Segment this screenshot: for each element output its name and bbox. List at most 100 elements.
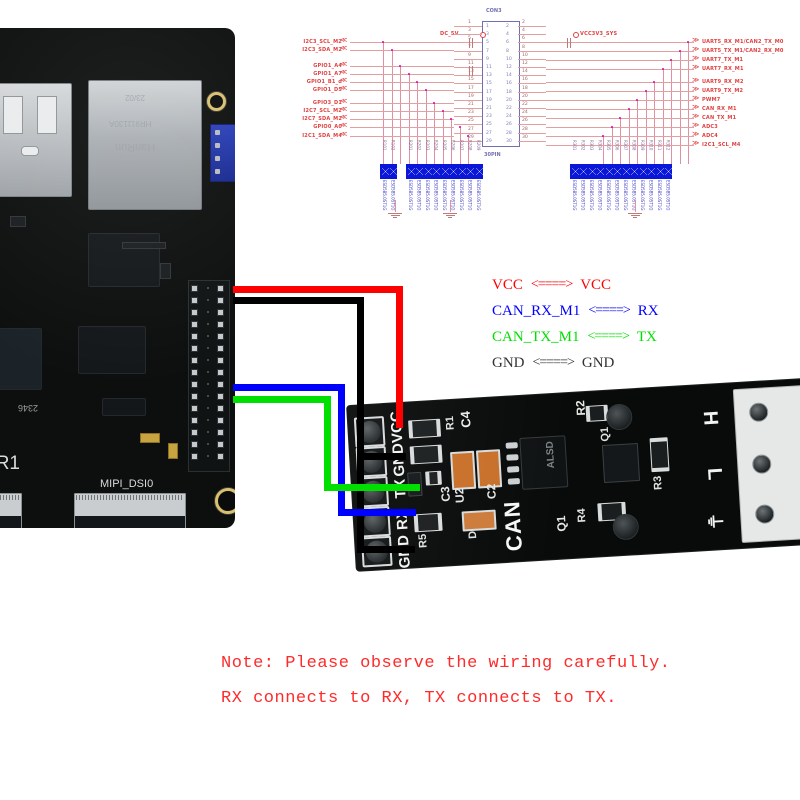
esd-part-label: ESD5B5.0ST1G <box>382 180 387 211</box>
pin-stub <box>518 42 546 44</box>
ref-label-c3: C4 <box>457 410 474 429</box>
transceiver-ic: ALSD <box>519 435 569 490</box>
capacitor-symbol <box>564 38 574 50</box>
vcc3v3-label: VCC3V3_SYS <box>580 31 618 37</box>
esd-ref-top: R309 <box>640 140 645 151</box>
esd-diode-symbol <box>639 165 647 178</box>
pin-number-outer: 10 <box>522 52 528 58</box>
ref-label-r4: R4 <box>575 508 589 523</box>
ref-label-r1: R1 <box>443 415 457 431</box>
pin-number-inner: 14 <box>506 73 512 79</box>
right-net-line <box>546 82 694 83</box>
mipi-dsi0-silk-label: MIPI_DSI0 <box>100 478 154 490</box>
esd-diode-symbol <box>433 165 440 178</box>
screw-terminal-block[interactable] <box>732 384 800 543</box>
esd-ref-top: R301 <box>572 140 577 151</box>
terminal-screw-gnd <box>754 504 775 525</box>
pin-number-outer: 20 <box>522 93 528 99</box>
esd-part-label: ESD5B5.0ST1G <box>459 180 464 211</box>
right-net-line <box>546 127 694 128</box>
esd-part-label: ESD5B5.0ST1G <box>467 180 473 211</box>
pin-number-inner: 24 <box>506 114 512 120</box>
pin-stub <box>454 108 482 109</box>
pin-number-inner: 2 <box>506 24 509 29</box>
left-net-label: GPIO1_B1_d <box>306 79 342 85</box>
esd-ref-row-top: R101 R102 <box>380 140 397 164</box>
bus-entry-icon: ≪ <box>340 121 348 129</box>
legend-row: CAN_TX_M1 <====> TX <box>492 324 752 350</box>
wire-rx-h1 <box>233 384 345 391</box>
note-line-1: Note: Please observe the wiring carefull… <box>221 654 671 673</box>
sbc-board: 23/02 HR911130A HanRun toa R1 2346 PHY1 … <box>0 28 235 528</box>
esd-part-label: ESD5B5.0ST1G <box>442 180 447 211</box>
transistor-q1 <box>601 442 641 484</box>
esd-ref-top: R303 <box>589 140 594 151</box>
esd-diode-symbol <box>631 165 638 178</box>
wiring-note: Note: Please observe the wiring carefull… <box>221 646 691 716</box>
pin-number-inner: 19 <box>486 97 492 103</box>
esd-part-label: ESD5B5.0ST1G <box>640 180 645 211</box>
pin-stub <box>518 58 546 60</box>
esd-ref-top: R306 <box>614 140 620 151</box>
esd-ref-top: R203 <box>425 140 430 151</box>
pin-number-outer: 26 <box>522 118 528 124</box>
pin-number-inner: 18 <box>506 89 512 95</box>
pin-number-outer: 27 <box>468 126 474 132</box>
legend-right-vcc: VCC <box>580 276 612 293</box>
esd-diode-symbol <box>588 165 596 178</box>
terminal-label-ground: ⏚ <box>704 511 726 532</box>
pin-number-outer: 3 <box>468 28 471 34</box>
esd-diode-symbol <box>424 165 432 178</box>
esd-part-label: ESD5B5.0ST1G <box>433 180 439 211</box>
esd-diode-array <box>406 164 483 179</box>
right-net-line <box>546 109 694 110</box>
pin-stub <box>518 91 546 93</box>
pin-number-inner: 23 <box>486 114 492 120</box>
pin-stub <box>518 50 546 52</box>
resistor-r3 <box>649 437 670 473</box>
wire-gnd-h3 <box>357 546 415 553</box>
ref-label-d: D <box>466 530 480 540</box>
ic-pin <box>506 454 519 461</box>
left-net-line <box>350 136 454 137</box>
gpio-header[interactable] <box>188 280 230 472</box>
blue-connector <box>210 124 235 182</box>
pin-number-inner: 30 <box>506 138 512 144</box>
pin-number-inner: 21 <box>486 106 492 111</box>
module-mounting-hole-top <box>605 403 633 431</box>
pin-number-outer: 1 <box>468 20 471 25</box>
mounting-hole-top <box>207 92 226 111</box>
left-net-line <box>350 119 454 120</box>
pin-number-outer: 15 <box>468 77 474 83</box>
esd-part-label: ESD5B5.0ST1G <box>408 180 413 211</box>
pin-number-inner: 26 <box>506 122 512 128</box>
pin-stub <box>454 91 482 93</box>
ref-label-c4: Q1 <box>553 515 569 533</box>
ref-label-q1: Q1 <box>598 426 612 442</box>
ground-stem <box>395 200 396 212</box>
right-net-line <box>546 91 694 92</box>
esd-diode-symbol <box>656 165 664 178</box>
left-net-label: GPIO1_D5 <box>312 87 342 93</box>
led-indicator <box>461 509 497 532</box>
capacitor-symbol <box>466 66 476 78</box>
connector-ref-label: CON3 <box>486 8 502 14</box>
esd-ref-top: R209 <box>476 140 481 151</box>
pin-stub <box>454 99 482 101</box>
esd-part-label: ESD5B5.0ST1G <box>606 180 611 211</box>
left-net-line <box>350 82 454 83</box>
pin-number-outer: 2 <box>522 20 525 25</box>
left-net-line <box>350 66 454 67</box>
pin-stub <box>454 26 482 27</box>
esd-diode-symbol <box>441 165 449 178</box>
esd-ref-top: R308 <box>631 140 637 151</box>
pin-stub <box>454 50 482 52</box>
esd-part-label: ESD5B5.0ST1G <box>572 180 577 211</box>
bus-entry-icon: ≪ <box>340 36 348 44</box>
esd-part-label: ESD5B5.0ST1G <box>450 180 456 211</box>
legend-arrow-vcc: <====> <box>530 277 573 292</box>
passive-component <box>160 263 171 279</box>
capacitor-c2 <box>450 450 477 491</box>
esd-part-label: ESD5B5.0ST1G <box>425 180 430 211</box>
left-net-label: I2C3_SDA_M2 <box>302 47 342 53</box>
